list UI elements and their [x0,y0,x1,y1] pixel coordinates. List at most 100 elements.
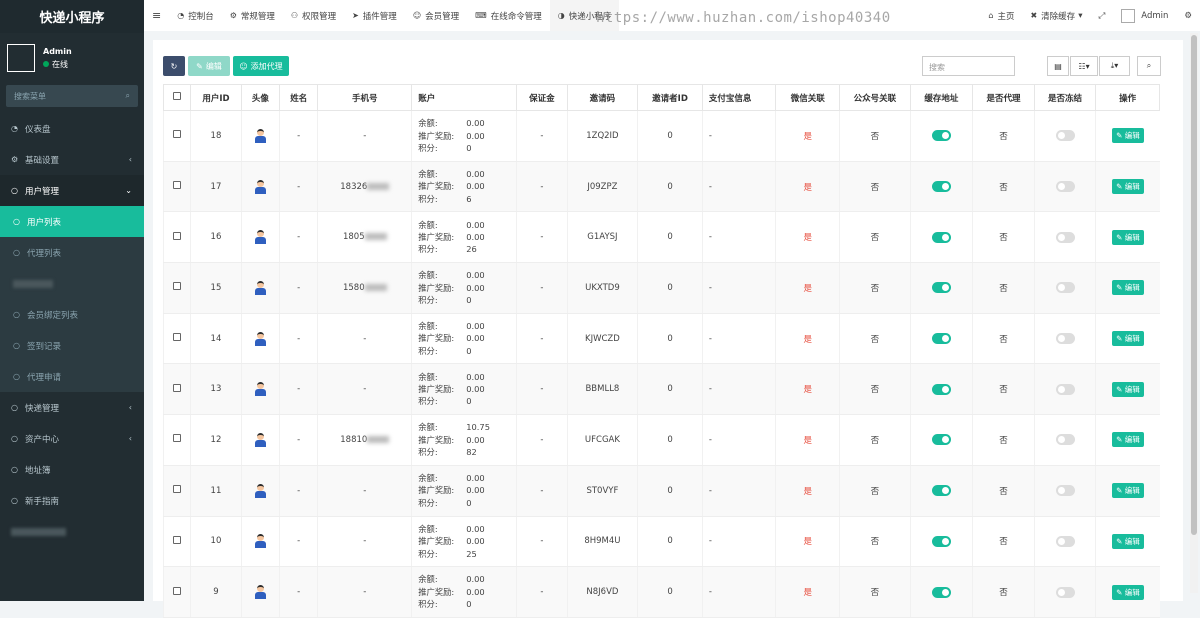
cache-address-toggle[interactable] [931,586,951,598]
row-checkbox-cell[interactable] [162,566,191,618]
table-row[interactable]: 13- - 余额: 0.00 推广奖励: 0.00 积分: 0- BBMLL8 0- 是否否 ✎ 编辑 [162,363,1160,416]
sidebar-item-express-management[interactable]: ○ 快递管理 ‹ [0,392,144,423]
sidebar-subitem-member-binding[interactable]: ○ 会员绑定列表 [0,299,144,330]
frozen-toggle[interactable] [1055,383,1075,395]
checkbox[interactable] [173,231,182,240]
row-edit-button[interactable]: ✎ 编辑 [1112,331,1144,347]
sidebar-subitem-checkin-records[interactable]: ○ 签到记录 [0,330,144,361]
checkbox[interactable] [173,434,182,443]
table-row[interactable]: 10- - 余额: 0.00 推广奖励: 0.00 积分: 25-8H9M4U 0- 是否否 ✎ 编… [162,516,1160,568]
cache-address-toggle[interactable] [931,130,951,142]
tab-online-command[interactable]: ⌨ 在线命令管理 [467,0,550,31]
tab-permissions[interactable]: ⚇ 权限管理 [283,0,344,31]
checkbox[interactable] [173,333,182,342]
checkbox[interactable] [173,282,182,291]
toggle-view-button[interactable]: ▤ [1047,56,1069,76]
select-all-checkbox[interactable] [162,84,192,111]
scrollbar-thumb[interactable] [1191,35,1197,535]
cache-address-toggle[interactable] [931,181,951,193]
tab-members[interactable]: ☺ 会员管理 [405,0,467,31]
sidebar-item-guide[interactable]: ○ 新手指南 [0,485,144,516]
tab-plugins[interactable]: ➤ 插件管理 [344,0,405,31]
frozen-toggle[interactable] [1055,130,1075,142]
frozen-toggle[interactable] [1055,282,1075,294]
cache-address-toggle[interactable] [931,485,951,497]
checkbox[interactable] [173,535,182,544]
frozen-toggle[interactable] [1055,333,1075,345]
cache-address-toggle[interactable] [931,231,951,243]
sidebar-subitem-agent-apply[interactable]: ○ 代理申请 [0,361,144,392]
checkbox[interactable] [173,485,182,494]
tab-console[interactable]: ◔ 控制台 [169,0,222,31]
row-edit-button[interactable]: ✎ 编辑 [1112,280,1144,296]
cache-address-toggle[interactable] [931,383,951,395]
app-logo[interactable]: 快递小程序 [0,0,144,33]
checkbox[interactable] [173,181,182,190]
clear-cache-button[interactable]: ✖ 清除缓存 ▾ [1022,0,1090,31]
sidebar-subitem-agent-list[interactable]: ○ 代理列表 [0,237,144,268]
edit-button[interactable]: ✎ 编辑 [188,56,230,76]
cache-address-toggle[interactable] [931,282,951,294]
row-checkbox-cell[interactable] [162,313,191,365]
refresh-button[interactable]: ↻ [163,56,185,76]
columns-button[interactable]: ☷▾ [1070,56,1098,76]
row-checkbox-cell[interactable] [162,110,191,162]
search-toggle-button[interactable]: ⌕ [1137,56,1161,76]
admin-menu[interactable]: Admin [1113,0,1176,31]
cache-address-toggle[interactable] [931,333,951,345]
gears-icon[interactable]: ⚙ [1176,0,1200,31]
menu-toggle-icon[interactable]: ≡ [144,0,169,31]
row-checkbox-cell[interactable] [162,211,191,264]
row-edit-button[interactable]: ✎ 编辑 [1112,179,1144,195]
row-edit-button[interactable]: ✎ 编辑 [1112,584,1144,600]
checkbox[interactable] [173,130,182,139]
col-header[interactable]: 用户ID [190,84,242,111]
tab-general[interactable]: ⚙ 常规管理 [222,0,283,31]
table-row[interactable]: 9- - 余额: 0.00 推广奖励: 0.00 积分: 0- N8J6VD 0- 是否否 ✎ 编辑 [162,566,1160,618]
row-checkbox-cell[interactable] [162,363,191,416]
search-icon[interactable]: ⌕ [126,91,130,101]
sidebar-subitem-hidden[interactable] [0,268,144,299]
row-edit-button[interactable]: ✎ 编辑 [1112,483,1144,499]
table-row[interactable]: 15-1580 余额: 0.00 推广奖励: 0.00 积分: 0- UKXTD9 0- 是否否 ✎… [162,262,1160,314]
table-row[interactable]: 11- - 余额: 0.00 推广奖励: 0.00 积分: 0- ST0VYF 0- 是否否 ✎ 编辑 [162,465,1160,517]
export-button[interactable]: ⤓▾ [1099,56,1130,76]
home-link[interactable]: ⌂ 主页 [980,0,1022,31]
row-edit-button[interactable]: ✎ 编辑 [1112,432,1144,448]
checkbox[interactable] [173,92,182,100]
table-row[interactable]: 12-18810 余额: 10.75 推广奖励: 0.00 积分: 82- UFCGAK 0- 是… [162,414,1160,466]
cache-address-toggle[interactable] [931,434,951,446]
row-edit-button[interactable]: ✎ 编辑 [1112,229,1144,245]
row-checkbox-cell[interactable] [162,516,191,568]
table-row[interactable]: 16-1805 余额: 0.00 推广奖励: 0.00 积分: 26- G1AYSJ 0- 是否否… [162,211,1160,264]
scrollbar[interactable] [1190,33,1198,593]
fullscreen-icon[interactable]: ⤢ [1090,0,1113,31]
sidebar-item-basic-settings[interactable]: ⚙ 基础设置 ‹ [0,144,144,175]
sidebar-item-address-book[interactable]: ○ 地址簿 [0,454,144,485]
table-row[interactable]: 14- - 余额: 0.00 推广奖励: 0.00 积分: 0- KJWCZD 0- 是否否 ✎ 编辑 [162,313,1160,365]
sidebar-item-dashboard[interactable]: ◔ 仪表盘 [0,113,144,144]
cache-address-toggle[interactable] [931,535,951,547]
row-edit-button[interactable]: ✎ 编辑 [1112,381,1144,397]
checkbox[interactable] [173,586,182,595]
sidebar-item-hidden[interactable] [0,516,144,547]
table-search-input[interactable]: 搜索 [922,56,1015,76]
sidebar-item-user-management[interactable]: ○ 用户管理 ⌄ [0,175,144,206]
checkbox[interactable] [173,383,182,392]
frozen-toggle[interactable] [1055,485,1075,497]
frozen-toggle[interactable] [1055,181,1075,193]
row-edit-button[interactable]: ✎ 编辑 [1112,128,1144,144]
menu-search-input[interactable]: 搜索菜单 ⌕ [6,85,138,107]
row-checkbox-cell[interactable] [162,262,191,314]
sidebar-subitem-user-list[interactable]: ○ 用户列表 [0,206,144,237]
add-agent-button[interactable]: ☺ 添加代理 [233,56,289,76]
row-checkbox-cell[interactable] [162,465,191,517]
row-checkbox-cell[interactable] [162,414,191,466]
row-checkbox-cell[interactable] [162,161,191,213]
row-edit-button[interactable]: ✎ 编辑 [1112,533,1144,549]
frozen-toggle[interactable] [1055,231,1075,243]
table-row[interactable]: 18- - 余额: 0.00 推广奖励: 0.00 积分: 0-1ZQ2ID 0- 是否否 ✎ 编辑 [162,110,1160,162]
frozen-toggle[interactable] [1055,535,1075,547]
table-row[interactable]: 17-18326 余额: 0.00 推广奖励: 0.00 积分: 6- J09ZPZ 0- 是否否… [162,161,1160,213]
frozen-toggle[interactable] [1055,434,1075,446]
